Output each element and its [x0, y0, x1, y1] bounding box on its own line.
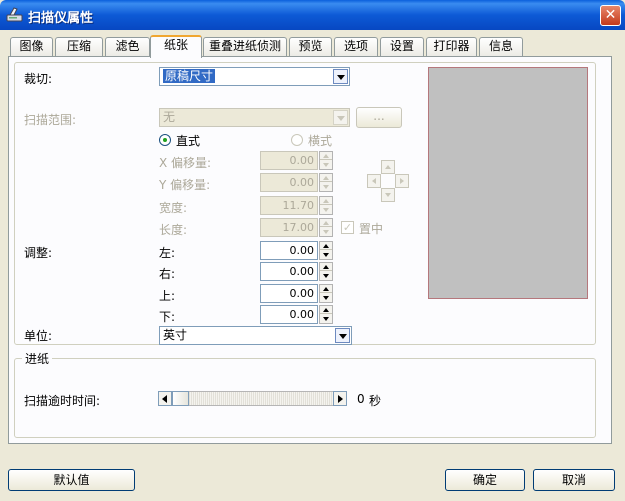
adjust-left-spinner[interactable] — [319, 241, 333, 260]
scanner-icon — [6, 7, 23, 22]
scan-area-value: 无 — [163, 110, 176, 124]
tab-paper[interactable]: 纸张 — [150, 35, 202, 58]
unit-label: 单位: — [24, 329, 53, 343]
move-right-button[interactable] — [395, 174, 409, 188]
chevron-down-icon[interactable] — [333, 69, 348, 84]
width-spinner[interactable] — [319, 196, 333, 215]
slider-left-button[interactable] — [158, 391, 172, 406]
scan-area-select[interactable]: 无 — [159, 108, 350, 127]
checkmark-icon: ✓ — [342, 221, 353, 234]
down-arrow-icon[interactable] — [320, 315, 332, 323]
cancel-button[interactable]: 取消 — [533, 469, 615, 491]
length-spinner[interactable] — [319, 218, 333, 237]
unit-value: 英寸 — [163, 328, 188, 342]
down-arrow-icon[interactable] — [320, 272, 332, 280]
width-field[interactable]: 11.70 — [260, 196, 318, 215]
window-title: 扫描仪属性 — [28, 11, 94, 26]
adjust-top-field[interactable]: 0.00 — [260, 284, 318, 303]
up-arrow-icon[interactable] — [320, 219, 332, 227]
left-arrow-icon — [372, 178, 376, 184]
up-arrow-icon[interactable] — [320, 263, 332, 271]
tab-multifeed-detection[interactable]: 重叠进纸侦测 — [203, 37, 287, 56]
chevron-down-icon[interactable] — [333, 110, 348, 125]
crop-value: 原稿尺寸 — [163, 69, 216, 83]
y-offset-spinner[interactable] — [319, 173, 333, 192]
up-arrow-icon — [385, 165, 391, 169]
x-offset-label: X 偏移量: — [159, 156, 212, 170]
timeout-label: 扫描逾时时间: — [24, 394, 101, 408]
portrait-radio[interactable] — [159, 134, 171, 146]
up-arrow-icon[interactable] — [320, 197, 332, 205]
x-offset-spinner[interactable] — [319, 151, 333, 170]
adjust-bottom-field[interactable]: 0.00 — [260, 305, 318, 324]
adjust-bottom-spinner[interactable] — [319, 305, 333, 324]
scan-area-browse-button[interactable]: ... — [356, 107, 402, 128]
length-label: 长度: — [159, 223, 188, 237]
adjust-bottom-label: 下: — [159, 310, 176, 324]
tab-color-dropout[interactable]: 滤色 — [105, 37, 150, 56]
crop-select[interactable]: 原稿尺寸 — [159, 67, 350, 86]
up-arrow-icon[interactable] — [320, 152, 332, 160]
move-down-button[interactable] — [381, 188, 395, 202]
close-icon: ✕ — [604, 7, 617, 23]
timeout-slider-thumb[interactable] — [172, 391, 189, 406]
unit-select[interactable]: 英寸 — [159, 326, 352, 345]
adjust-right-spinner[interactable] — [319, 262, 333, 281]
adjust-label: 调整: — [24, 246, 53, 260]
tab-imprinter[interactable]: 打印器 — [426, 37, 477, 56]
move-left-button[interactable] — [367, 174, 381, 188]
down-arrow-icon[interactable] — [320, 206, 332, 214]
down-arrow-icon[interactable] — [320, 294, 332, 302]
adjust-left-field[interactable]: 0.00 — [260, 241, 318, 260]
crop-label: 裁切: — [24, 72, 53, 86]
up-arrow-icon[interactable] — [320, 285, 332, 293]
up-arrow-icon[interactable] — [320, 174, 332, 182]
title-bar[interactable] — [0, 0, 625, 30]
center-label: 置中 — [359, 222, 384, 236]
adjust-top-label: 上: — [159, 289, 176, 303]
length-field[interactable]: 17.00 — [260, 218, 318, 237]
up-arrow-icon[interactable] — [320, 242, 332, 250]
adjust-top-spinner[interactable] — [319, 284, 333, 303]
move-up-button[interactable] — [381, 160, 395, 174]
y-offset-label: Y 偏移量: — [159, 178, 211, 192]
width-label: 宽度: — [159, 201, 188, 215]
y-offset-field[interactable]: 0.00 — [260, 173, 318, 192]
default-button[interactable]: 默认值 — [8, 469, 135, 491]
up-arrow-icon[interactable] — [320, 306, 332, 314]
x-offset-field[interactable]: 0.00 — [260, 151, 318, 170]
adjust-left-label: 左: — [159, 246, 176, 260]
down-arrow-icon[interactable] — [320, 228, 332, 236]
tab-information[interactable]: 信息 — [479, 37, 523, 56]
landscape-radio[interactable] — [291, 134, 303, 146]
down-arrow-icon — [385, 193, 391, 197]
down-arrow-icon[interactable] — [320, 161, 332, 169]
adjust-right-field[interactable]: 0.00 — [260, 262, 318, 281]
landscape-label: 横式 — [308, 134, 333, 148]
down-arrow-icon[interactable] — [320, 183, 332, 191]
portrait-label: 直式 — [176, 134, 201, 148]
ok-button[interactable]: 确定 — [445, 469, 525, 491]
slider-right-button[interactable] — [333, 391, 347, 406]
tab-options[interactable]: 选项 — [334, 37, 378, 56]
tab-preview[interactable]: 预览 — [289, 37, 332, 56]
right-arrow-icon — [400, 178, 404, 184]
timeout-unit: 秒 — [369, 394, 382, 408]
tab-compression[interactable]: 压缩 — [55, 37, 103, 56]
chevron-down-icon[interactable] — [335, 328, 350, 343]
timeout-value: 0 — [357, 392, 365, 406]
center-checkbox[interactable]: ✓ — [341, 221, 354, 234]
down-arrow-icon[interactable] — [320, 251, 332, 259]
paper-preview — [428, 67, 588, 299]
timeout-slider-track[interactable] — [189, 391, 333, 406]
tab-setup[interactable]: 设置 — [380, 37, 424, 56]
adjust-right-label: 右: — [159, 267, 176, 281]
scan-area-label: 扫描范围: — [24, 113, 77, 127]
close-button[interactable]: ✕ — [600, 5, 621, 26]
feed-group-label: 进纸 — [22, 350, 53, 367]
tab-image[interactable]: 图像 — [10, 37, 53, 56]
